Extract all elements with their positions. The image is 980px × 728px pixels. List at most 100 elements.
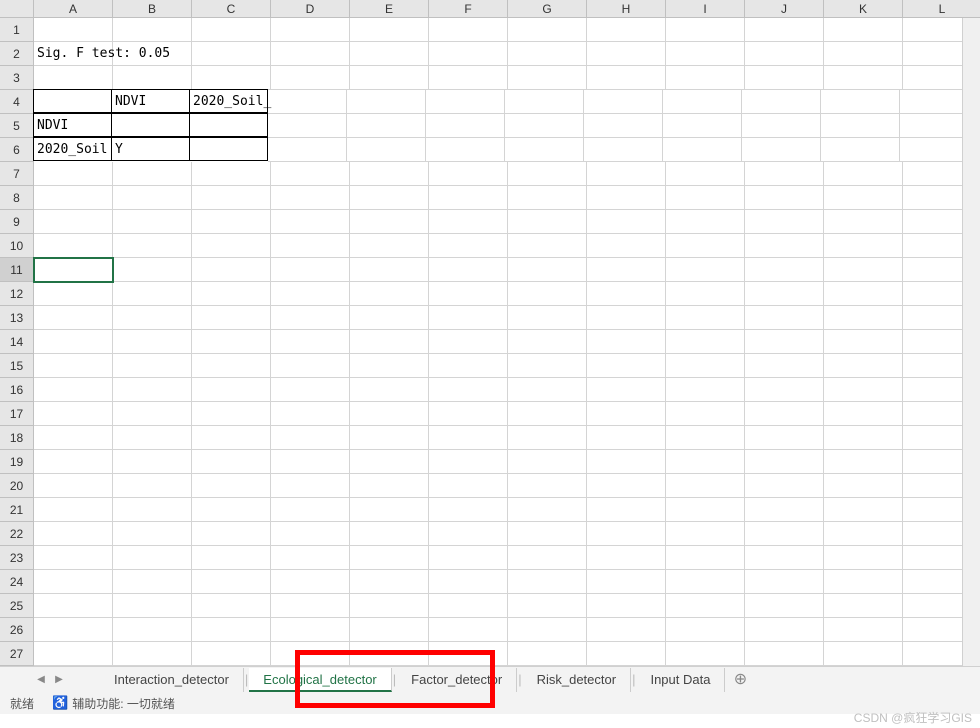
cell[interactable] — [584, 114, 663, 138]
cell[interactable] — [742, 114, 821, 138]
column-header[interactable]: B — [113, 0, 192, 18]
cell[interactable] — [587, 18, 666, 42]
cell[interactable] — [192, 450, 271, 474]
cell[interactable] — [350, 186, 429, 210]
cell[interactable] — [745, 618, 824, 642]
cell[interactable] — [429, 618, 508, 642]
cell[interactable]: Sig. F test: 0.05 — [34, 42, 113, 66]
cell[interactable] — [666, 474, 745, 498]
cell[interactable] — [350, 498, 429, 522]
cell[interactable] — [745, 498, 824, 522]
cell[interactable] — [192, 282, 271, 306]
cell[interactable] — [429, 474, 508, 498]
cell[interactable] — [505, 114, 584, 138]
cell[interactable] — [508, 306, 587, 330]
cell[interactable] — [192, 402, 271, 426]
cell[interactable] — [508, 330, 587, 354]
cell[interactable] — [350, 426, 429, 450]
cell[interactable] — [508, 618, 587, 642]
cell[interactable] — [587, 42, 666, 66]
cell[interactable] — [34, 474, 113, 498]
row-header[interactable]: 23 — [0, 546, 34, 570]
cell[interactable] — [347, 114, 426, 138]
cell[interactable] — [508, 18, 587, 42]
column-header[interactable]: D — [271, 0, 350, 18]
cell[interactable]: 2020_Soil_ — [189, 89, 268, 113]
cell[interactable] — [745, 330, 824, 354]
cell[interactable] — [271, 42, 350, 66]
cell[interactable] — [34, 570, 113, 594]
cell[interactable] — [745, 522, 824, 546]
cell[interactable] — [429, 426, 508, 450]
cell[interactable] — [508, 234, 587, 258]
row-header[interactable]: 8 — [0, 186, 34, 210]
cell[interactable] — [350, 258, 429, 282]
cell[interactable] — [34, 162, 113, 186]
cell[interactable] — [745, 642, 824, 666]
cell[interactable] — [113, 258, 192, 282]
column-header[interactable]: F — [429, 0, 508, 18]
row-header[interactable]: 27 — [0, 642, 34, 666]
cell[interactable] — [824, 594, 903, 618]
row-header[interactable]: 1 — [0, 18, 34, 42]
cell[interactable] — [666, 18, 745, 42]
column-header[interactable]: K — [824, 0, 903, 18]
cell[interactable] — [271, 258, 350, 282]
cell[interactable] — [745, 378, 824, 402]
cell[interactable] — [429, 258, 508, 282]
row-header[interactable]: 25 — [0, 594, 34, 618]
cell[interactable] — [113, 618, 192, 642]
cell[interactable] — [34, 378, 113, 402]
cell[interactable] — [113, 570, 192, 594]
cell[interactable] — [271, 210, 350, 234]
cell[interactable] — [34, 210, 113, 234]
cell[interactable] — [587, 330, 666, 354]
cell[interactable] — [192, 546, 271, 570]
cell[interactable] — [268, 138, 347, 162]
cell[interactable] — [587, 426, 666, 450]
row-header[interactable]: 2 — [0, 42, 34, 66]
cell[interactable] — [508, 570, 587, 594]
cell[interactable] — [508, 642, 587, 666]
cell[interactable] — [350, 234, 429, 258]
cell[interactable] — [347, 90, 426, 114]
cell[interactable] — [824, 282, 903, 306]
cell[interactable] — [113, 426, 192, 450]
column-header[interactable]: G — [508, 0, 587, 18]
cell[interactable] — [113, 210, 192, 234]
cell[interactable] — [508, 258, 587, 282]
select-all-corner[interactable] — [0, 0, 34, 18]
cell[interactable] — [429, 162, 508, 186]
cell[interactable] — [824, 66, 903, 90]
cell[interactable] — [426, 114, 505, 138]
row-header[interactable]: 12 — [0, 282, 34, 306]
cell[interactable] — [666, 546, 745, 570]
cell[interactable] — [429, 330, 508, 354]
cell[interactable] — [429, 642, 508, 666]
row-header[interactable]: 3 — [0, 66, 34, 90]
cell[interactable] — [508, 42, 587, 66]
cell[interactable] — [429, 42, 508, 66]
column-header[interactable]: C — [192, 0, 271, 18]
cell[interactable] — [192, 354, 271, 378]
cell[interactable] — [666, 186, 745, 210]
cell[interactable] — [587, 186, 666, 210]
cell[interactable] — [663, 90, 742, 114]
cell[interactable] — [192, 618, 271, 642]
column-header[interactable]: I — [666, 0, 745, 18]
cell[interactable] — [350, 330, 429, 354]
cell[interactable] — [429, 450, 508, 474]
cell[interactable] — [824, 186, 903, 210]
cell[interactable] — [666, 330, 745, 354]
column-header[interactable]: L — [903, 0, 980, 18]
cell[interactable] — [508, 354, 587, 378]
cell[interactable] — [742, 90, 821, 114]
cell[interactable] — [745, 594, 824, 618]
cell[interactable] — [508, 546, 587, 570]
cell[interactable] — [587, 522, 666, 546]
cell[interactable] — [429, 306, 508, 330]
cell[interactable] — [821, 90, 900, 114]
sheet-tab[interactable]: Risk_detector — [523, 668, 631, 692]
cell[interactable] — [587, 570, 666, 594]
row-header[interactable]: 18 — [0, 426, 34, 450]
